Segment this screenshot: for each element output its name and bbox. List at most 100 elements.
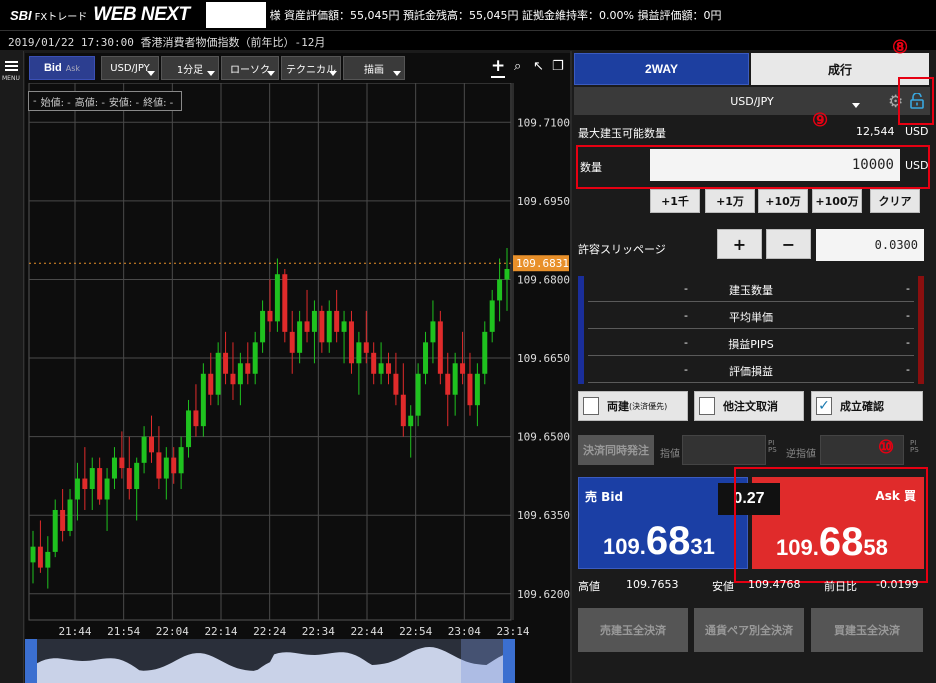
candle-body xyxy=(126,468,132,490)
candle-body xyxy=(326,310,332,343)
candle-body xyxy=(386,363,391,374)
pips-bottom: PS xyxy=(910,446,919,454)
annotation-8-box xyxy=(898,77,934,125)
y-tick-label: 109.6200 xyxy=(517,588,570,601)
candle-body xyxy=(400,394,406,427)
hamburger-icon xyxy=(5,61,18,63)
side-menu-button[interactable]: MENU xyxy=(0,51,24,683)
chart-pair-select[interactable]: USD/JPY xyxy=(101,56,159,80)
price-chart[interactable]: 109.7100 109.6950 109.6800 109.6650 109.6500… xyxy=(25,83,570,683)
add-1m-button[interactable]: +100万 xyxy=(812,189,862,213)
slippage-label: 許容スリッページ xyxy=(578,243,666,256)
position-buy-value: - xyxy=(906,363,910,376)
x-tick-label: 23:14 xyxy=(496,625,529,638)
close-all-by-pair-button[interactable]: 通貨ペア別全決済 xyxy=(694,608,804,652)
candle xyxy=(200,363,206,437)
slippage-plus-button[interactable]: + xyxy=(717,229,762,259)
chevron-down-icon xyxy=(267,71,275,76)
quantity-input[interactable]: 10000 xyxy=(650,149,900,181)
candle-body xyxy=(237,363,243,385)
bid-price-tail: 31 xyxy=(690,534,715,559)
sell-label: 売 Bid xyxy=(585,490,624,504)
candle-body xyxy=(504,268,510,280)
candle-body xyxy=(363,342,369,353)
annotation-10: ⑩ xyxy=(878,437,895,458)
hedge-checkbox[interactable]: 両建 (決済優先) xyxy=(578,391,688,421)
close-all-sell-button[interactable]: 売建玉全決済 xyxy=(578,608,688,652)
interval-label: 1分足 xyxy=(176,64,204,76)
logo-web-next: WEB NEXT xyxy=(93,4,190,25)
max-qty-label: 最大建玉可能数量 xyxy=(578,127,666,140)
candle-body xyxy=(186,410,192,448)
chevron-down-icon xyxy=(329,71,337,76)
crosshair-icon[interactable]: + xyxy=(491,56,506,78)
y-tick-label: 109.7100 xyxy=(517,116,570,129)
limit-pips-unit: PI PS xyxy=(768,440,777,454)
candle-body xyxy=(393,373,399,395)
hedge-label: 両建 xyxy=(607,400,629,413)
settle-order-button[interactable]: 決済同時発注 xyxy=(578,435,654,465)
currency-pair-select[interactable]: USD/JPY xyxy=(574,87,930,115)
copy-icon[interactable]: ❐ xyxy=(552,59,564,74)
account-summary: 様 資産評価額：55,045円 預託金残高：55,045円 証拠金維持率：0.0… xyxy=(269,9,722,22)
current-price-label: 109.6831 xyxy=(516,257,569,270)
annotation-8: ⑧ xyxy=(892,37,909,58)
bid-label: Bid xyxy=(43,62,62,74)
chevron-down-icon xyxy=(147,71,155,76)
change-label: 前日比 xyxy=(824,580,857,593)
add-10k-button[interactable]: +1万 xyxy=(705,189,755,213)
navigator-left-handle xyxy=(25,639,37,683)
y-tick-label: 109.6650 xyxy=(517,352,570,365)
qty-label: 数量 xyxy=(580,161,602,174)
ohlc-lead: - xyxy=(33,95,37,107)
pen-icon[interactable]: ⌕ xyxy=(514,59,521,74)
news-ticker[interactable]: 2019/01/22 17:30:00 香港消費者物価指数（前年比）-12月 xyxy=(0,30,936,50)
candle-body xyxy=(52,509,58,552)
chart-type-select[interactable]: ローソク xyxy=(221,56,279,80)
currency-pair-label: USD/JPY xyxy=(730,94,774,108)
slippage-input[interactable]: 0.0300 xyxy=(816,229,924,261)
bid-price: 109.6831 xyxy=(603,519,715,564)
position-row-label: 評価損益 xyxy=(729,365,773,378)
candle-body xyxy=(460,363,466,374)
candle-body xyxy=(245,363,251,374)
candle-body xyxy=(104,478,110,500)
draw-select[interactable]: 描画 xyxy=(343,56,405,80)
add-1k-button[interactable]: +1千 xyxy=(650,189,700,213)
logo-sbi: SBI xyxy=(10,8,32,23)
clear-qty-button[interactable]: クリア xyxy=(870,189,920,213)
candle-body xyxy=(74,478,80,500)
qty-unit: USD xyxy=(905,159,929,172)
bid-price-big: 68 xyxy=(645,519,691,563)
candle-body xyxy=(371,352,377,374)
close-all-buy-button[interactable]: 買建玉全決済 xyxy=(811,608,923,652)
candle-body xyxy=(341,321,347,332)
position-buy-value: - xyxy=(906,282,910,295)
candle-body xyxy=(482,331,488,374)
technical-select[interactable]: テクニカル xyxy=(281,56,341,80)
candle-body xyxy=(208,373,214,395)
execution-confirm-checkbox[interactable]: ✓ 成立確認 xyxy=(811,391,923,421)
cancel-other-orders-checkbox[interactable]: 他注文取消 xyxy=(694,391,804,421)
max-qty-value: 12,544 xyxy=(856,125,895,138)
max-qty-unit: USD xyxy=(905,125,929,138)
bid-ask-toggle[interactable]: Bid Ask xyxy=(29,56,95,80)
annotation-10-box xyxy=(734,467,928,583)
x-tick-label: 21:54 xyxy=(107,625,140,638)
pips-bottom: PS xyxy=(768,446,777,454)
news-ticker-text: 2019/01/22 17:30:00 香港消費者物価指数（前年比）-12月 xyxy=(8,36,326,49)
position-buy-value: - xyxy=(906,309,910,322)
slippage-minus-button[interactable]: − xyxy=(766,229,811,259)
interval-select[interactable]: 1分足 xyxy=(161,56,219,80)
candle-body xyxy=(467,373,473,406)
candle-body xyxy=(260,310,266,343)
limit-input[interactable] xyxy=(682,435,766,465)
buy-side-bar xyxy=(918,276,924,384)
candle-body xyxy=(378,363,384,374)
stop-pips-unit: PI PS xyxy=(910,440,919,454)
cursor-icon[interactable]: ↖ xyxy=(533,59,544,74)
tab-2way[interactable]: 2WAY xyxy=(574,53,749,85)
add-100k-button[interactable]: +10万 xyxy=(758,189,808,213)
bid-price-head: 109. xyxy=(603,534,646,559)
hedge-sublabel: (決済優先) xyxy=(629,401,668,411)
